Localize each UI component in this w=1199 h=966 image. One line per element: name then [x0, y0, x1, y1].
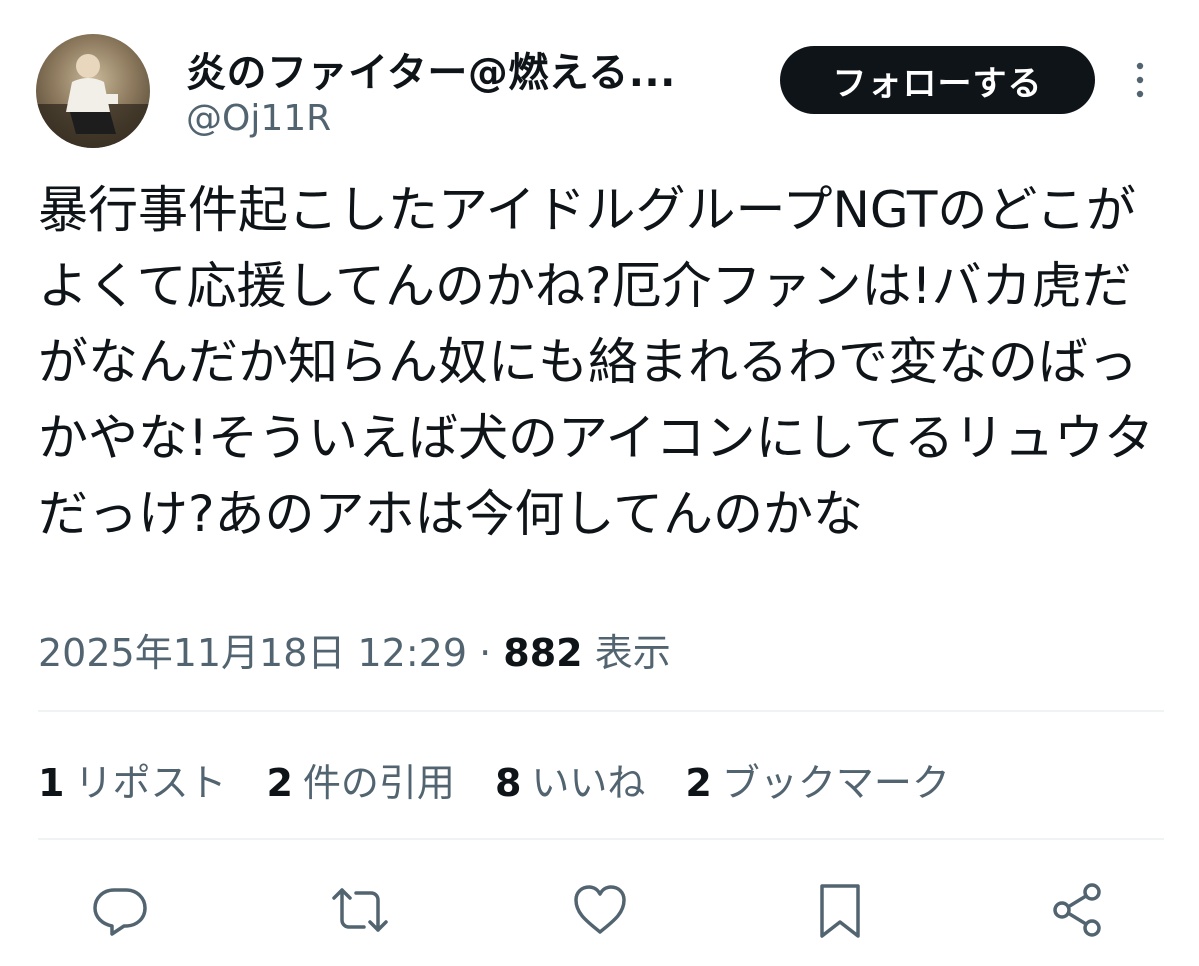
display-name[interactable]: 炎のファイター@燃える...	[186, 40, 676, 98]
share-icon[interactable]	[1048, 880, 1108, 940]
bookmarks-count: 2	[685, 761, 712, 805]
reposts-label: リポスト	[74, 761, 227, 805]
tweet-text: 暴行事件起こしたアイドルグループNGTのどこがよくて応援してんのかね?厄介ファン…	[38, 181, 1155, 543]
reposts-count: 1	[38, 761, 65, 805]
views-label: 表示	[594, 631, 671, 675]
reposts-stat[interactable]: 1 リポスト	[38, 752, 226, 807]
tweet-timestamp[interactable]: 2025年11月18日 12:29	[38, 631, 467, 675]
quotes-label: 件の引用	[302, 761, 455, 805]
likes-stat[interactable]: 8 いいね	[495, 752, 645, 807]
divider	[38, 838, 1164, 840]
meta-separator: ·	[479, 631, 492, 675]
like-icon[interactable]	[570, 880, 630, 940]
avatar-image	[36, 54, 150, 148]
follow-button[interactable]: フォローする	[780, 46, 1095, 114]
repost-icon[interactable]	[330, 880, 390, 940]
likes-label: いいね	[531, 761, 646, 805]
tweet-meta: 2025年11月18日 12:29 · 882 表示	[38, 622, 671, 677]
quotes-count: 2	[266, 761, 293, 805]
action-bar	[0, 880, 1199, 940]
user-handle[interactable]: @Oj11R	[186, 98, 331, 139]
bookmarks-stat[interactable]: 2 ブックマーク	[685, 752, 949, 807]
bookmark-icon[interactable]	[810, 880, 870, 940]
quotes-stat[interactable]: 2 件の引用	[266, 752, 454, 807]
tweet-stats: 1 リポスト 2 件の引用 8 いいね 2 ブックマーク	[38, 752, 950, 807]
likes-count: 8	[494, 761, 522, 805]
more-vertical-icon[interactable]	[1128, 60, 1152, 100]
bookmarks-label: ブックマーク	[721, 761, 950, 805]
avatar[interactable]	[36, 34, 150, 148]
divider	[38, 710, 1164, 712]
reply-icon[interactable]	[90, 880, 150, 940]
views-count: 882	[503, 631, 583, 675]
